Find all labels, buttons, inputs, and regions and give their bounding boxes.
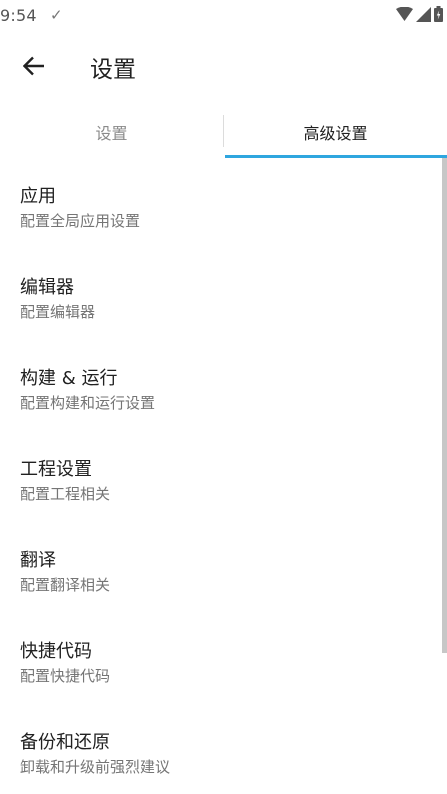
list-item-title: 快捷代码 (20, 641, 92, 662)
arrow-left-icon (23, 56, 44, 76)
back-button[interactable] (14, 48, 54, 84)
check-icon: ✓ (50, 6, 63, 24)
list-item-project-settings[interactable]: 工程设置 配置工程相关 (0, 431, 440, 519)
scrollbar[interactable] (442, 158, 447, 653)
list-item-subtitle: 配置构建和运行设置 (20, 394, 156, 412)
list-item-title: 构建 & 运行 (20, 368, 118, 389)
list-item-title: 应用 (20, 186, 56, 207)
list-item-editor[interactable]: 编辑器 配置编辑器 (0, 249, 440, 337)
list-item-title: 备份和还原 (20, 732, 110, 753)
list-item-snippets[interactable]: 快捷代码 配置快捷代码 (0, 613, 440, 701)
status-bar: 9:54 ✓ (0, 0, 447, 34)
list-item-title: 翻译 (20, 550, 56, 571)
list-item-subtitle: 配置翻译相关 (20, 576, 111, 594)
list-item-subtitle: 配置快捷代码 (20, 667, 111, 685)
list-item-translation[interactable]: 翻译 配置翻译相关 (0, 522, 440, 610)
status-icons (396, 6, 443, 22)
tab-settings[interactable]: 设置 (0, 108, 223, 155)
signal-icon (416, 6, 431, 22)
list-item-title: 工程设置 (20, 459, 92, 480)
list-item-subtitle: 卸载和升级前强烈建议 (20, 758, 171, 776)
tab-advanced-settings[interactable]: 高级设置 (224, 108, 447, 155)
list-item-subtitle: 配置编辑器 (20, 303, 96, 321)
list-item-build-run[interactable]: 构建 & 运行 配置构建和运行设置 (0, 340, 440, 428)
battery-icon (434, 6, 443, 22)
tab-bar: 设置 高级设置 (0, 108, 447, 158)
list-item-subtitle: 配置全局应用设置 (20, 212, 141, 230)
list-item-title: 编辑器 (20, 277, 74, 298)
list-item-app[interactable]: 应用 配置全局应用设置 (0, 158, 440, 246)
status-time: 9:54 (0, 6, 37, 25)
list-item-subtitle: 配置工程相关 (20, 485, 111, 503)
toolbar: 设置 (0, 34, 447, 98)
list-item-backup-restore[interactable]: 备份和还原 卸载和升级前强烈建议 (0, 704, 440, 792)
page-title: 设置 (90, 57, 136, 83)
wifi-icon (396, 7, 413, 21)
